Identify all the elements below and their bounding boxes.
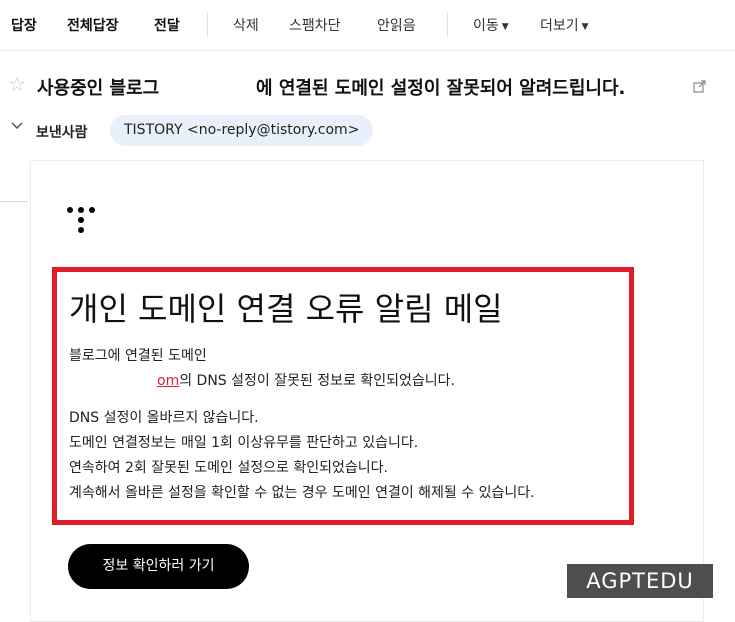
subject-part1: 사용중인 블로그 — [37, 78, 160, 99]
spam-block-button[interactable]: 스팸차단 — [289, 15, 341, 35]
sender-label: 보낸사람 — [36, 125, 88, 141]
alert-line-6: 계속해서 올바른 설정을 확인할 수 없는 경우 도메인 연결이 해제될 수 있… — [69, 485, 535, 501]
forward-button[interactable]: 전달 — [154, 15, 180, 35]
external-link-icon[interactable] — [693, 78, 706, 97]
toolbar-divider — [447, 13, 448, 37]
caret-down-icon: ▼ — [581, 22, 589, 32]
more-menu[interactable]: 더보기 ▼ — [540, 15, 589, 35]
sender-row: 보낸사람 TISTORY <no-reply@tistory.com> — [0, 114, 735, 148]
tistory-logo-icon — [66, 206, 96, 238]
alert-line-4: 도메인 연결정보는 매일 1회 이상유무를 판단하고 있습니다. — [69, 435, 419, 451]
left-divider — [0, 201, 28, 202]
move-menu[interactable]: 이동 ▼ — [473, 15, 509, 35]
alert-line-5: 연속하여 2회 잘못된 도메인 설정으로 확인되었습니다. — [69, 460, 388, 476]
more-label: 더보기 — [540, 18, 579, 34]
check-info-button[interactable]: 정보 확인하러 가기 — [68, 544, 249, 589]
chevron-down-icon[interactable] — [11, 120, 23, 135]
delete-button[interactable]: 삭제 — [233, 15, 259, 35]
alert-title: 개인 도메인 연결 오류 알림 메일 — [69, 290, 503, 328]
subject-part2: 에 연결된 도메인 설정이 잘못되어 알려드립니다. — [256, 78, 626, 99]
reply-all-button[interactable]: 전체답장 — [67, 15, 119, 35]
mail-toolbar: 답장 전체답장 전달 삭제 스팸차단 안읽음 이동 ▼ 더보기 ▼ — [0, 0, 735, 51]
alert-line-1: 블로그에 연결된 도메인 — [69, 348, 207, 364]
domain-link[interactable]: om — [157, 373, 179, 389]
toolbar-divider — [207, 13, 208, 37]
move-label: 이동 — [473, 18, 499, 34]
star-icon[interactable]: ☆ — [8, 72, 26, 96]
caret-down-icon: ▼ — [501, 22, 509, 32]
alert-line-3: DNS 설정이 올바르지 않습니다. — [69, 410, 259, 426]
alert-line-2: om의 DNS 설정이 잘못된 정보로 확인되었습니다. — [157, 370, 455, 390]
sender-chip[interactable]: TISTORY <no-reply@tistory.com> — [110, 115, 374, 146]
subject-row: ☆ 사용중인 블로그 에 연결된 도메인 설정이 잘못되어 알려드립니다. — [0, 66, 735, 102]
alert-line-2-rest: 의 DNS 설정이 잘못된 정보로 확인되었습니다. — [179, 373, 456, 389]
mark-unread-button[interactable]: 안읽음 — [377, 15, 416, 35]
reply-button[interactable]: 답장 — [11, 15, 37, 35]
watermark-badge: AGPTEDU — [567, 564, 713, 598]
